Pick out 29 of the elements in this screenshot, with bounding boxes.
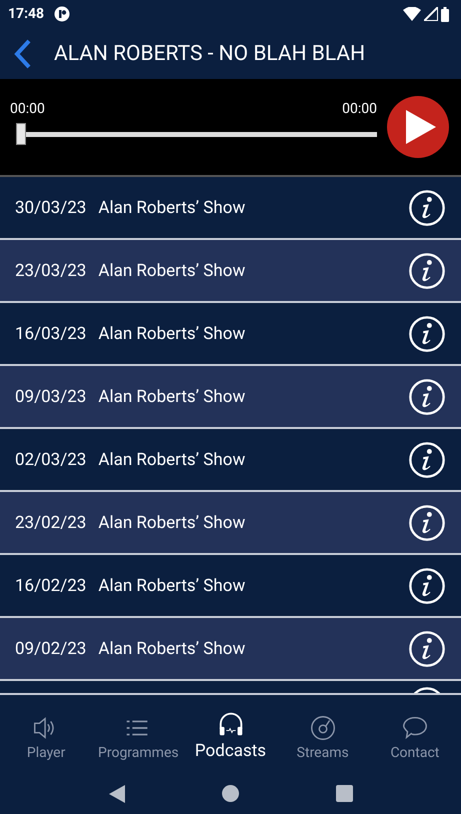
tab-button[interactable]: Player bbox=[0, 695, 92, 773]
duration-time: 00:00 bbox=[342, 101, 377, 117]
episode-title: Alan Roberts’ Show bbox=[98, 260, 246, 280]
episode-title: Alan Roberts’ Show bbox=[98, 512, 246, 532]
tab-button[interactable]: Streams bbox=[276, 695, 369, 773]
episode-date: 16/02/23 bbox=[15, 576, 86, 596]
episode-date: 30/03/23 bbox=[15, 198, 86, 218]
episode-date: 09/03/23 bbox=[15, 386, 86, 406]
episode-title: Alan Roberts’ Show bbox=[98, 450, 246, 470]
episode-date: 02/03/23 bbox=[15, 450, 86, 470]
tab-button[interactable]: Contact bbox=[368, 695, 461, 773]
episode-date: 16/03/23 bbox=[15, 324, 86, 344]
episode-date: 09/02/23 bbox=[15, 638, 86, 658]
screen-title: ALAN ROBERTS - NO BLAH BLAH bbox=[54, 42, 366, 66]
episode-title: Alan Roberts’ Show bbox=[98, 198, 246, 218]
tab-button[interactable]: Podcasts bbox=[184, 695, 277, 773]
tab-button[interactable]: Programmes bbox=[92, 695, 184, 773]
elapsed-time: 00:00 bbox=[10, 101, 45, 117]
episode-date: 23/03/23 bbox=[15, 260, 86, 280]
episode-row[interactable]: 09/02/23 Alan Roberts’ Show bbox=[0, 618, 461, 681]
episode-title: Alan Roberts’ Show bbox=[98, 386, 246, 406]
episode-title: Alan Roberts’ Show bbox=[98, 576, 246, 596]
episode-row[interactable]: 23/02/23 Alan Roberts’ Show bbox=[0, 492, 461, 555]
episode-title: Alan Roberts’ Show bbox=[98, 324, 246, 344]
clock-time: 17:48 bbox=[8, 6, 44, 22]
episode-row[interactable]: 23/03/23 Alan Roberts’ Show bbox=[0, 240, 461, 303]
episode-row[interactable]: 09/03/23 Alan Roberts’ Show bbox=[0, 366, 461, 429]
episode-title: Alan Roberts’ Show bbox=[98, 638, 246, 658]
episode-date: 23/02/23 bbox=[15, 512, 86, 532]
